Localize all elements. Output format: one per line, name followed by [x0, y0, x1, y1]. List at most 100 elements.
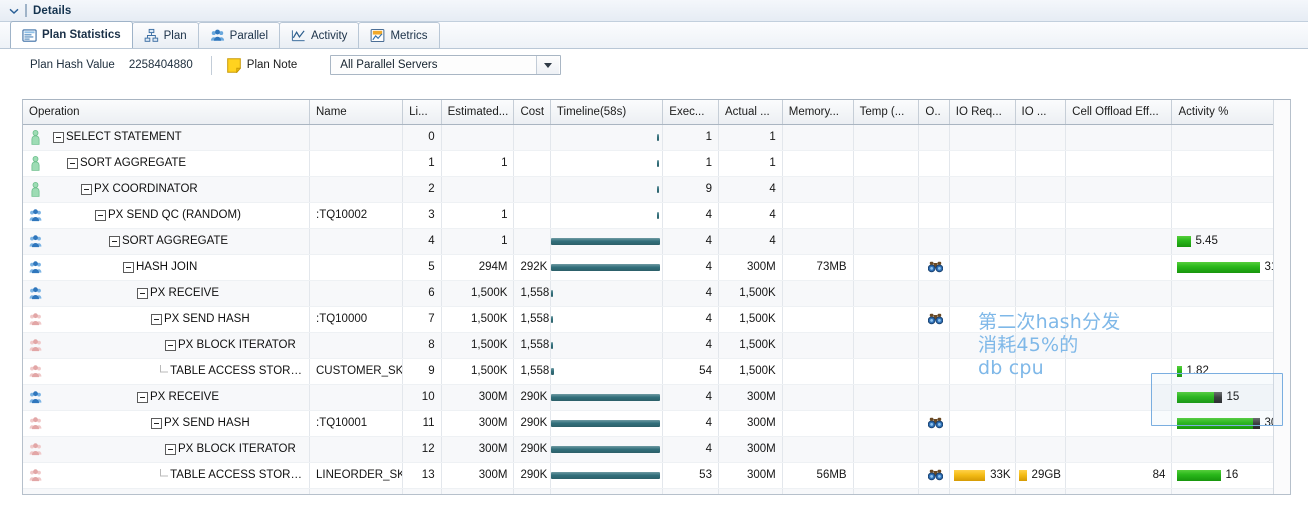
tree-expander[interactable] — [137, 287, 148, 299]
cell-offload-flag[interactable] — [918, 202, 950, 229]
cell-activity[interactable] — [1171, 280, 1290, 307]
cell-offload-flag[interactable] — [918, 228, 950, 255]
cell-offload-flag[interactable] — [918, 150, 950, 177]
cell-offload-flag[interactable] — [918, 358, 950, 385]
table-row[interactable]: SORT AGGREGATE 4 1 4 4 5.45 — [23, 228, 1290, 255]
tab-metrics[interactable]: Metrics — [358, 22, 440, 48]
column-header-celloffload[interactable]: Cell Offload Eff... — [1065, 100, 1173, 125]
cell-offload-flag[interactable] — [918, 332, 950, 359]
tree-expander[interactable] — [67, 157, 78, 169]
column-header-activity[interactable]: Activity % — [1171, 100, 1290, 125]
cell-operation[interactable]: SELECT STATEMENT — [23, 124, 310, 151]
table-row[interactable]: PX RECEIVE 6 1,500K 1,558 4 1,500K — [23, 280, 1290, 307]
table-row[interactable]: PX SEND QC (RANDOM):TQ10002 3 1 4 4 — [23, 202, 1290, 229]
tree-expander[interactable] — [151, 417, 162, 429]
cell-offload-flag[interactable] — [918, 124, 950, 151]
tree-expander[interactable] — [123, 261, 134, 273]
cell-operation[interactable]: PX SEND HASH — [23, 410, 310, 437]
cell-operation[interactable]: PX RECEIVE — [23, 384, 310, 411]
tree-expander[interactable] — [165, 339, 176, 351]
table-row[interactable]: PX COORDINATOR 2 9 4 — [23, 176, 1290, 203]
cell-operation[interactable]: TABLE ACCESS STORAGE ... — [23, 358, 310, 385]
table-row[interactable]: TABLE ACCESS STORAGE ... CUSTOMER_SKE 9 1,5… — [23, 358, 1290, 385]
tab-plan[interactable]: Plan — [131, 22, 199, 48]
binoculars-icon[interactable] — [928, 417, 944, 429]
cell-operation[interactable]: PX SEND QC (RANDOM) — [23, 202, 310, 229]
tree-expander[interactable] — [53, 131, 64, 143]
tab-activity[interactable]: Activity — [279, 22, 360, 48]
column-header-ioreq[interactable]: IO Req... — [949, 100, 1016, 125]
column-header-temp[interactable]: Temp (... — [853, 100, 920, 125]
tree-expander[interactable] — [81, 183, 92, 195]
tab-plan-statistics[interactable]: Plan Statistics — [10, 21, 133, 48]
binoculars-cell[interactable] — [928, 307, 948, 332]
cell-offload-flag[interactable] — [918, 436, 950, 463]
cell-operation[interactable]: PX BLOCK ITERATOR — [23, 436, 310, 463]
cell-operation[interactable]: PX COORDINATOR — [23, 176, 310, 203]
binoculars-icon[interactable] — [928, 313, 944, 325]
binoculars-icon[interactable] — [928, 261, 944, 273]
binoculars-cell[interactable] — [928, 463, 948, 488]
binoculars-cell[interactable] — [928, 411, 948, 436]
cell-operation[interactable]: SORT AGGREGATE — [23, 228, 310, 255]
cell-operation[interactable]: PX SEND HASH — [23, 306, 310, 333]
cell-activity[interactable] — [1171, 202, 1290, 229]
table-row[interactable]: HASH JOIN 5 294M 292K 4 300M 73MB 31 — [23, 254, 1290, 281]
cell-operation[interactable]: HASH JOIN — [23, 254, 310, 281]
column-header-timeline[interactable]: Timeline(58s) — [550, 100, 664, 125]
parallel-server-select[interactable]: All Parallel Servers — [330, 55, 562, 75]
caret-down-icon[interactable] — [536, 56, 560, 74]
cell-activity[interactable] — [1171, 436, 1290, 463]
cell-offload-flag[interactable] — [918, 176, 950, 203]
column-header-name[interactable]: Name — [309, 100, 404, 125]
column-header-operation[interactable]: Operation — [23, 100, 310, 125]
tree-expander[interactable] — [137, 391, 148, 403]
cell-activity[interactable]: 30 — [1171, 410, 1290, 437]
cell-operation[interactable]: PX BLOCK ITERATOR — [23, 332, 310, 359]
cell-activity[interactable] — [1171, 124, 1290, 151]
table-row[interactable]: PX RECEIVE 10 300M 290K 4 300M 15 — [23, 384, 1290, 411]
cell-activity[interactable]: 16 — [1171, 462, 1290, 489]
cell-offload-flag[interactable] — [918, 306, 950, 333]
table-row[interactable]: TABLE ACCESS STORAGE ... LINEORDER_SKI 13 3… — [23, 462, 1290, 489]
cell-offload-flag[interactable] — [918, 254, 950, 281]
column-header-memory[interactable]: Memory... — [782, 100, 854, 125]
plan-note-button[interactable]: Plan Note — [224, 56, 301, 75]
plan-statistics-grid[interactable]: Operation Name Li... Estimated... Cost Timeli… — [22, 99, 1291, 495]
cell-activity[interactable]: 15 — [1171, 384, 1290, 411]
cell-activity[interactable] — [1171, 150, 1290, 177]
tab-parallel[interactable]: Parallel — [197, 22, 281, 48]
tree-expander[interactable] — [151, 313, 162, 325]
cell-activity[interactable]: 5.45 — [1171, 228, 1290, 255]
column-header-o[interactable]: O.. — [918, 100, 950, 125]
grid-right-gutter[interactable] — [1273, 100, 1290, 494]
cell-activity[interactable]: 1.82 — [1171, 358, 1290, 385]
table-row[interactable]: SELECT STATEMENT 0 1 1 — [23, 124, 1290, 151]
cell-operation[interactable]: TABLE ACCESS STORAGE ... — [23, 462, 310, 489]
cell-offload-flag[interactable] — [918, 384, 950, 411]
cell-activity[interactable] — [1171, 306, 1290, 333]
column-header-estimated[interactable]: Estimated... — [441, 100, 515, 125]
tree-expander[interactable] — [165, 443, 176, 455]
column-header-execs[interactable]: Exec... — [662, 100, 719, 125]
table-row[interactable]: PX BLOCK ITERATOR 12 300M 290K 4 300M — [23, 436, 1290, 463]
cell-operation[interactable]: PX RECEIVE — [23, 280, 310, 307]
tree-expander[interactable] — [109, 235, 120, 247]
binoculars-icon[interactable] — [928, 469, 944, 481]
chevron-down-icon[interactable] — [6, 3, 22, 19]
cell-offload-flag[interactable] — [918, 280, 950, 307]
table-row[interactable]: PX SEND HASH:TQ10001 11 300M 290K 4 300M 30 — [23, 410, 1290, 437]
table-row[interactable]: SORT AGGREGATE 1 1 1 1 — [23, 150, 1290, 177]
binoculars-cell[interactable] — [928, 255, 948, 280]
table-row[interactable]: PX BLOCK ITERATOR 8 1,500K 1,558 4 1,500K — [23, 332, 1290, 359]
table-row[interactable]: PX SEND HASH:TQ10000 7 1,500K 1,558 4 1,500K — [23, 306, 1290, 333]
cell-offload-flag[interactable] — [918, 410, 950, 437]
tree-expander[interactable] — [95, 209, 106, 221]
cell-activity[interactable] — [1171, 176, 1290, 203]
column-header-actual[interactable]: Actual ... — [718, 100, 783, 125]
cell-operation[interactable]: SORT AGGREGATE — [23, 150, 310, 177]
cell-activity[interactable] — [1171, 332, 1290, 359]
cell-activity[interactable]: 31 — [1171, 254, 1290, 281]
column-header-io[interactable]: IO ... — [1015, 100, 1067, 125]
column-header-line[interactable]: Li... — [402, 100, 442, 125]
